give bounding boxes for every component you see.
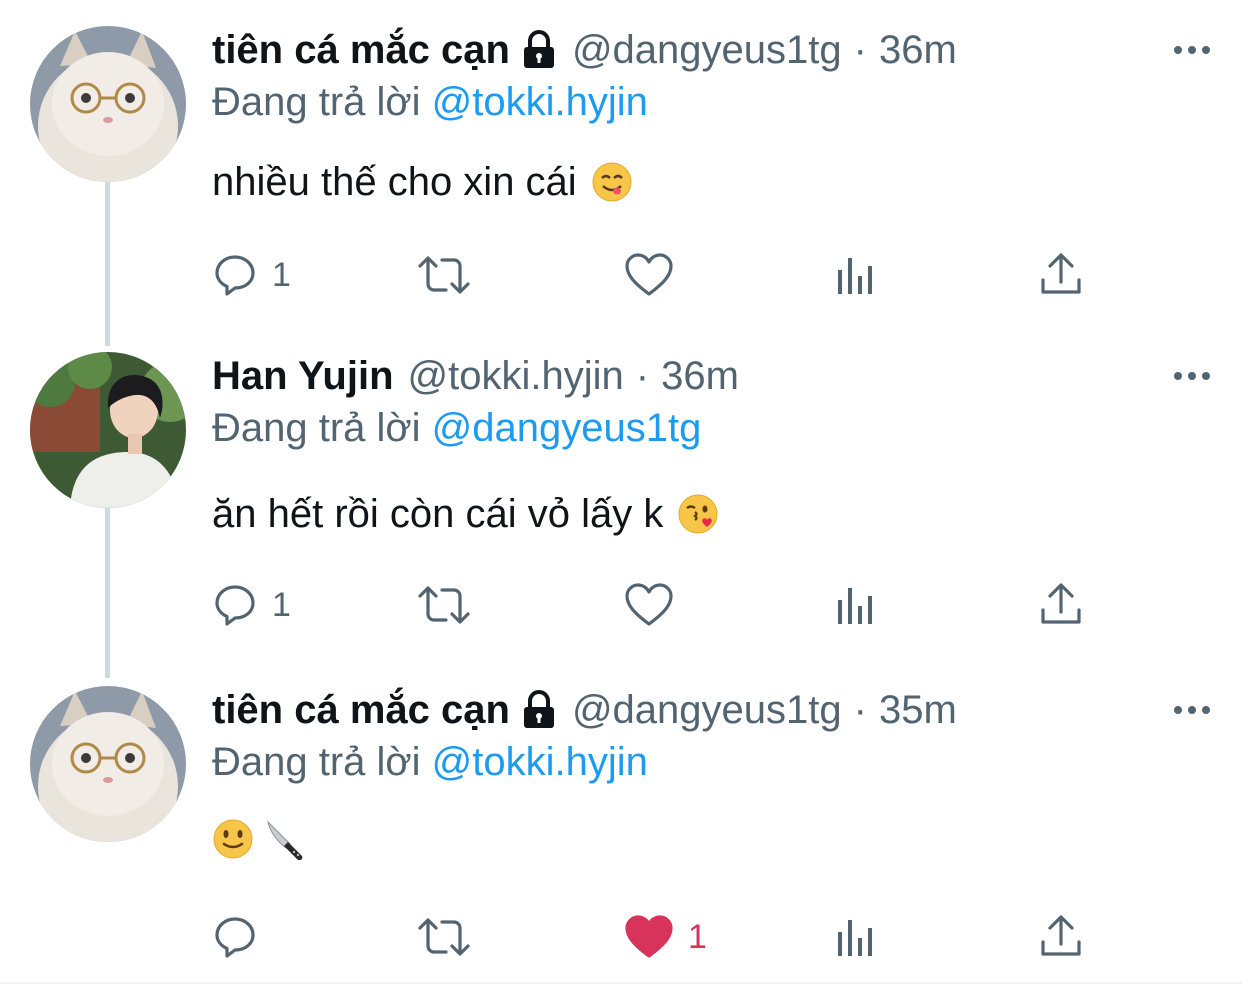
user-handle[interactable]: @dangyeus1tg [572,686,842,734]
timestamp[interactable]: 35m [879,686,957,734]
lock-icon [520,30,558,70]
kitchen-knife-emoji [264,818,306,861]
tweet-actions: 1 [212,250,1112,300]
heart-icon [625,583,673,626]
separator-dot: · [635,354,650,398]
views-button[interactable] [834,250,878,300]
reply-count: 1 [272,585,291,624]
separator-dot: · [853,28,867,72]
retweet-icon [418,586,470,624]
like-button[interactable] [624,580,688,630]
retweet-icon [418,918,470,956]
analytics-bars-icon [838,588,872,624]
replying-to-label: Đang trả lời [212,80,421,124]
more-horizontal-icon[interactable] [1172,40,1212,60]
share-button[interactable] [1038,912,1084,962]
tweet-text: nhiều thế cho xin cái [212,156,633,208]
more-horizontal-icon[interactable] [1172,700,1212,720]
replying-to: Đang trả lời @dangyeus1tg [212,404,701,452]
retweet-button[interactable] [416,250,486,300]
user-handle[interactable]: @dangyeus1tg [572,26,842,74]
reply-count: 1 [272,255,291,294]
tweet-actions: 1 [212,912,1112,962]
user-handle[interactable]: @tokki.hyjin [408,352,624,400]
tweet-actions: 1 [212,580,1112,630]
share-upload-icon [1041,253,1081,294]
tweet[interactable]: tiên cá mắc cạn @dangyeus1tg · 35m Đang … [0,686,1242,982]
retweet-button[interactable] [416,912,486,962]
analytics-bars-icon [838,258,872,294]
display-name[interactable]: tiên cá mắc cạn [212,26,510,74]
views-button[interactable] [834,580,878,630]
divider [0,982,1242,984]
like-count: 1 [688,917,707,956]
replying-to-label: Đang trả lời [212,406,421,450]
tweet[interactable]: Han Yujin @tokki.hyjin · 36m Đang trả lờ… [0,352,1242,652]
retweet-button[interactable] [416,580,486,630]
tweet-text: ăn hết rồi còn cái vỏ lấy k [212,488,719,540]
lock-icon [520,690,558,730]
timestamp[interactable]: 36m [879,26,957,74]
avatar-cat[interactable] [30,686,186,842]
tweet-text-content: nhiều thế cho xin cái [212,160,577,204]
slightly-smiling-face-emoji [212,818,254,860]
tweet-header: tiên cá mắc cạn @dangyeus1tg · 36m [212,26,957,74]
share-button[interactable] [1038,250,1084,300]
replying-to-handle[interactable]: @tokki.hyjin [432,740,648,784]
tweet-header: Han Yujin @tokki.hyjin · 36m [212,352,739,400]
share-upload-icon [1041,583,1081,624]
avatar-cat[interactable] [30,26,186,182]
reply-bubble-icon [215,255,255,296]
display-name[interactable]: tiên cá mắc cạn [212,686,510,734]
reply-bubble-icon [215,585,255,626]
reply-bubble-icon [215,917,255,958]
display-name[interactable]: Han Yujin [212,352,394,400]
replying-to-handle[interactable]: @tokki.hyjin [432,80,648,124]
like-button[interactable]: 1 [624,912,707,962]
savoring-food-face-emoji [591,161,633,203]
tweet-text-content: ăn hết rồi còn cái vỏ lấy k [212,492,664,536]
tweet-header: tiên cá mắc cạn @dangyeus1tg · 35m [212,686,957,734]
avatar-han-yujin[interactable] [30,352,186,508]
replying-to: Đang trả lời @tokki.hyjin [212,78,648,126]
views-button[interactable] [834,912,878,962]
separator-dot: · [853,688,867,732]
heart-filled-icon [625,915,673,958]
replying-to-handle[interactable]: @dangyeus1tg [432,406,702,450]
analytics-bars-icon [838,920,872,956]
replying-to-label: Đang trả lời [212,740,421,784]
like-button[interactable] [624,250,688,300]
timestamp[interactable]: 36m [661,352,739,400]
heart-icon [625,253,673,296]
tweet-text [212,818,306,861]
share-button[interactable] [1038,580,1084,630]
more-horizontal-icon[interactable] [1172,366,1212,386]
reply-button[interactable] [212,912,272,962]
blowing-kiss-face-emoji [677,493,719,535]
replying-to: Đang trả lời @tokki.hyjin [212,738,648,786]
retweet-icon [418,256,470,294]
tweet[interactable]: tiên cá mắc cạn @dangyeus1tg · 36m Đang … [0,26,1242,326]
reply-button[interactable]: 1 [212,580,291,630]
reply-button[interactable]: 1 [212,250,291,300]
share-upload-icon [1041,915,1081,956]
